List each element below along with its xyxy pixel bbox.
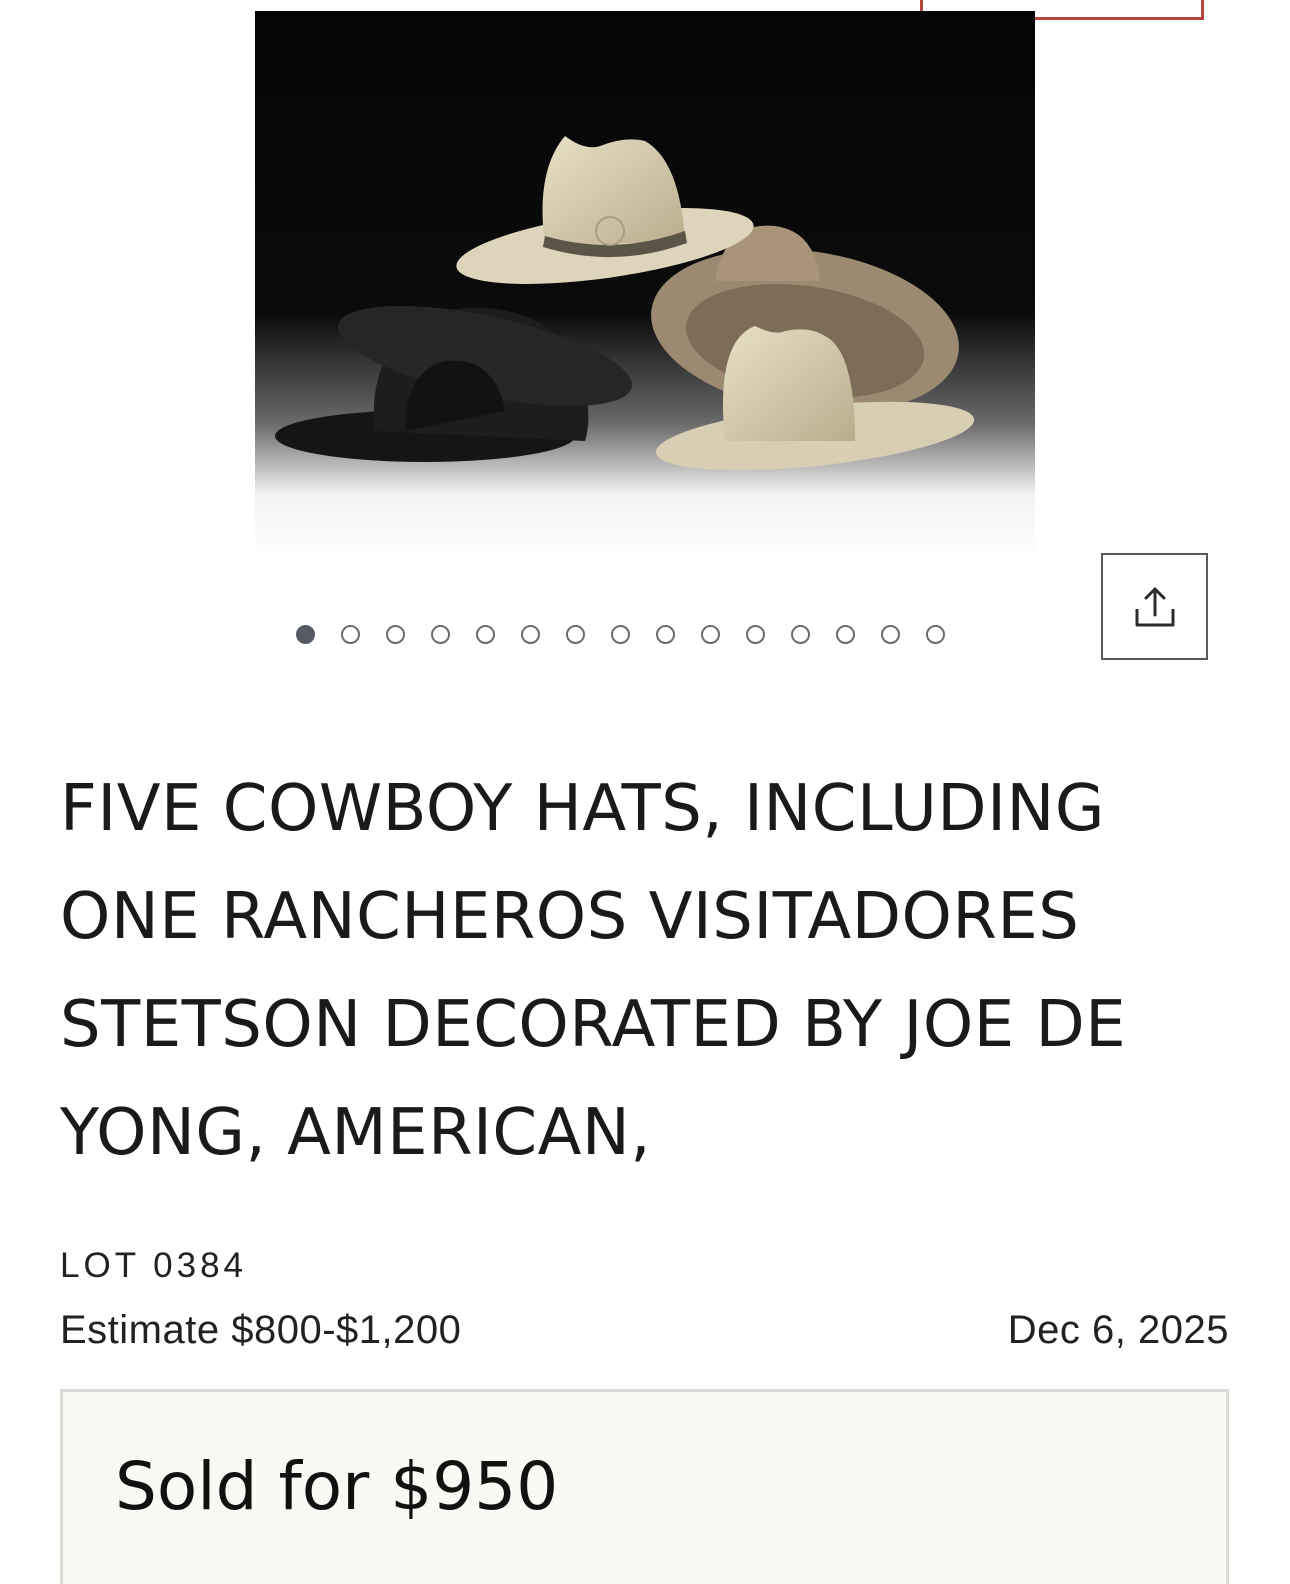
gallery-dot[interactable] bbox=[476, 625, 495, 644]
gallery-dot[interactable] bbox=[881, 625, 900, 644]
gallery-dot[interactable] bbox=[341, 625, 360, 644]
hats-photo bbox=[255, 11, 1035, 561]
gallery-dot[interactable] bbox=[836, 625, 855, 644]
lot-number: LOT 0384 bbox=[60, 1246, 248, 1285]
estimate: Estimate $800-$1,200 bbox=[60, 1308, 462, 1352]
gallery-dot[interactable] bbox=[701, 625, 720, 644]
gallery-dot[interactable] bbox=[656, 625, 675, 644]
gallery-dot[interactable] bbox=[521, 625, 540, 644]
sold-panel: Sold for $950 bbox=[60, 1389, 1229, 1584]
gallery-dot[interactable] bbox=[611, 625, 630, 644]
gallery-dot[interactable] bbox=[746, 625, 765, 644]
gallery-pagination bbox=[296, 625, 945, 644]
gallery-dot[interactable] bbox=[791, 625, 810, 644]
lot-title: FIVE COWBOY HATS, INCLUDING ONE RANCHERO… bbox=[60, 772, 1127, 1170]
share-button[interactable] bbox=[1101, 553, 1208, 660]
lot-image[interactable] bbox=[255, 11, 1035, 561]
auction-date: Dec 6, 2025 bbox=[1007, 1308, 1229, 1352]
share-icon bbox=[1135, 587, 1174, 626]
gallery-dot[interactable] bbox=[566, 625, 585, 644]
gallery-dot[interactable] bbox=[296, 625, 315, 644]
gallery-dot[interactable] bbox=[431, 625, 450, 644]
gallery-dot[interactable] bbox=[926, 625, 945, 644]
page: FIVE COWBOY HATS, INCLUDING ONE RANCHERO… bbox=[0, 0, 1290, 1584]
sold-price: Sold for $950 bbox=[115, 1448, 559, 1525]
gallery-dot[interactable] bbox=[386, 625, 405, 644]
